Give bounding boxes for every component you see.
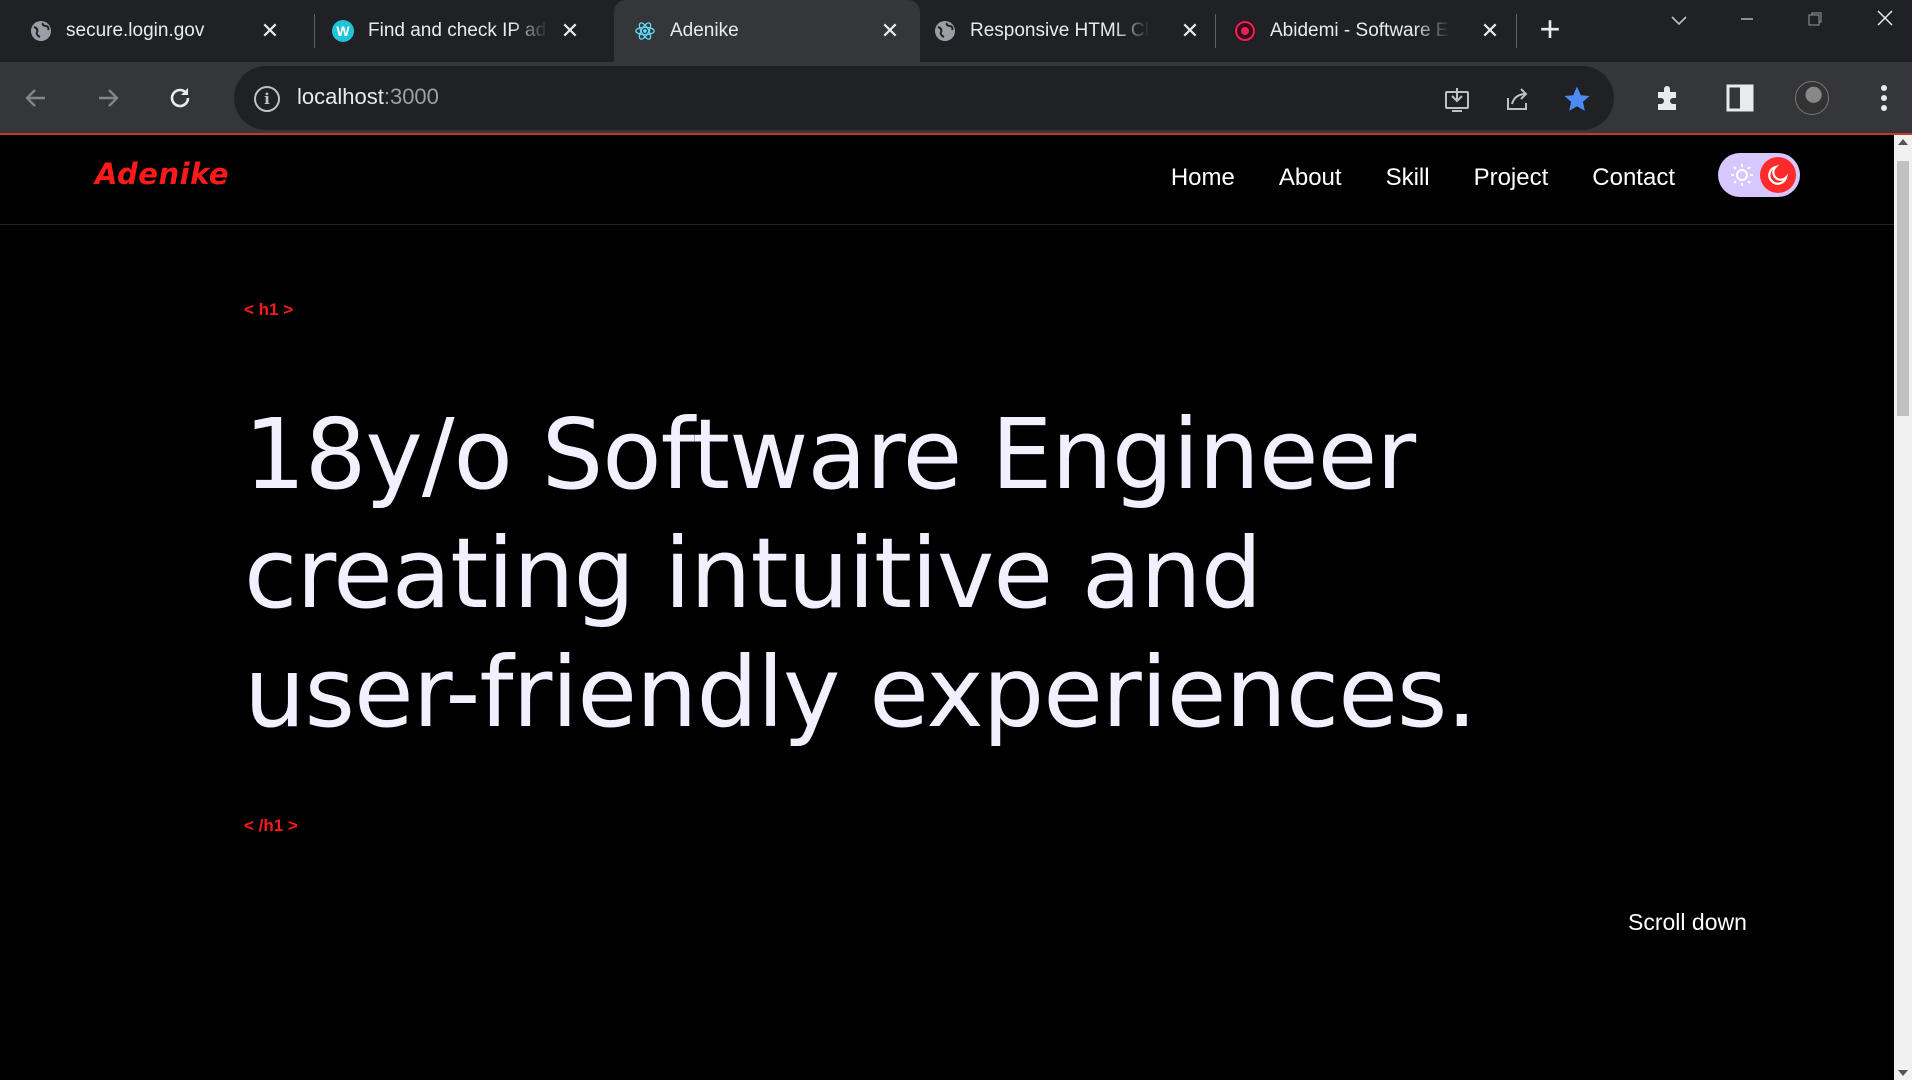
avatar [1795, 81, 1829, 115]
h1-open-tag: < h1 > [244, 300, 294, 319]
globe-icon [30, 20, 52, 42]
back-icon[interactable] [16, 78, 56, 118]
h1-close-tag: < /h1 > [244, 816, 298, 835]
tab-search-icon[interactable] [1654, 6, 1704, 36]
browser-tab[interactable]: secure.login.gov ✕ [0, 0, 300, 62]
browser-tab[interactable]: W Find and check IP add ✕ [300, 0, 600, 62]
close-tab-icon[interactable]: ✕ [258, 19, 282, 43]
react-icon [634, 20, 656, 42]
site-nav: Home About Skill Project Contact [1127, 158, 1675, 198]
nav-link-home[interactable]: Home [1171, 158, 1235, 198]
url-host: localhost [297, 84, 384, 109]
install-app-icon[interactable] [1440, 82, 1474, 116]
hero-line: creating intuitive and [244, 517, 1262, 630]
globe-icon [934, 20, 956, 42]
site-header: Adenike Home About Skill Project Contact [0, 135, 1894, 225]
browser-menu-icon[interactable] [1864, 78, 1904, 118]
browser-tab[interactable]: Abidemi - Software En ✕ [1220, 0, 1520, 62]
close-tab-icon[interactable]: ✕ [878, 19, 902, 43]
hero-line: 18y/o Software Engineer [244, 398, 1416, 511]
forward-icon[interactable] [88, 78, 128, 118]
tab-title: Find and check IP add [368, 20, 548, 41]
tab-title: secure.login.gov [66, 20, 205, 41]
close-tab-icon[interactable]: ✕ [1178, 19, 1202, 43]
extensions-icon[interactable] [1648, 78, 1688, 118]
scrollbar-thumb[interactable] [1897, 161, 1909, 416]
w-logo-icon: W [332, 20, 354, 42]
share-icon[interactable] [1500, 82, 1534, 116]
browser-toolbar: i localhost:3000 [0, 62, 1912, 135]
url-port: :3000 [383, 84, 439, 109]
minimize-icon[interactable] [1722, 6, 1772, 36]
tab-title: Responsive HTML Ch [970, 20, 1150, 41]
theme-toggle[interactable] [1718, 153, 1800, 197]
page-viewport: Adenike Home About Skill Project Contact… [0, 135, 1894, 1080]
hero-headline: 18y/o Software Engineer creating intuiti… [244, 395, 1544, 752]
bookmark-star-icon[interactable] [1560, 82, 1594, 116]
page-scrollbar[interactable] [1894, 135, 1912, 1080]
browser-tab-strip: secure.login.gov ✕ W Find and check IP a… [0, 0, 1912, 62]
url-text[interactable]: localhost:3000 [297, 84, 439, 110]
sun-icon [1731, 164, 1753, 186]
tab-separator [1215, 14, 1216, 48]
scroll-up-arrow-icon[interactable] [1898, 139, 1908, 145]
restore-icon[interactable] [1790, 6, 1840, 36]
brand-logo[interactable]: Adenike [95, 157, 229, 191]
site-info-icon[interactable]: i [254, 86, 280, 112]
nav-link-project[interactable]: Project [1474, 158, 1549, 198]
scroll-down-link[interactable]: Scroll down [1628, 909, 1747, 936]
close-tab-icon[interactable]: ✕ [558, 19, 582, 43]
nav-link-skill[interactable]: Skill [1386, 158, 1430, 198]
tab-title: Abidemi - Software En [1270, 20, 1450, 41]
portfolio-icon [1234, 20, 1256, 42]
new-tab-icon[interactable]: + [1532, 11, 1568, 48]
close-window-icon[interactable] [1860, 6, 1910, 36]
reload-icon[interactable] [160, 78, 200, 118]
browser-tab-active[interactable]: Adenike ✕ [614, 0, 920, 62]
hero-line: user-friendly experiences. [244, 636, 1477, 749]
tab-title: Adenike [670, 20, 739, 41]
tab-separator [1516, 14, 1517, 48]
nav-link-about[interactable]: About [1279, 158, 1342, 198]
scroll-down-arrow-icon[interactable] [1898, 1070, 1908, 1076]
side-panel-icon[interactable] [1720, 78, 1760, 118]
address-bar[interactable]: i localhost:3000 [234, 66, 1614, 130]
profile-avatar[interactable] [1792, 78, 1832, 118]
close-tab-icon[interactable]: ✕ [1478, 19, 1502, 43]
browser-tab[interactable]: Responsive HTML Ch ✕ [920, 0, 1220, 62]
moon-icon [1768, 164, 1789, 185]
nav-link-contact[interactable]: Contact [1592, 158, 1675, 198]
